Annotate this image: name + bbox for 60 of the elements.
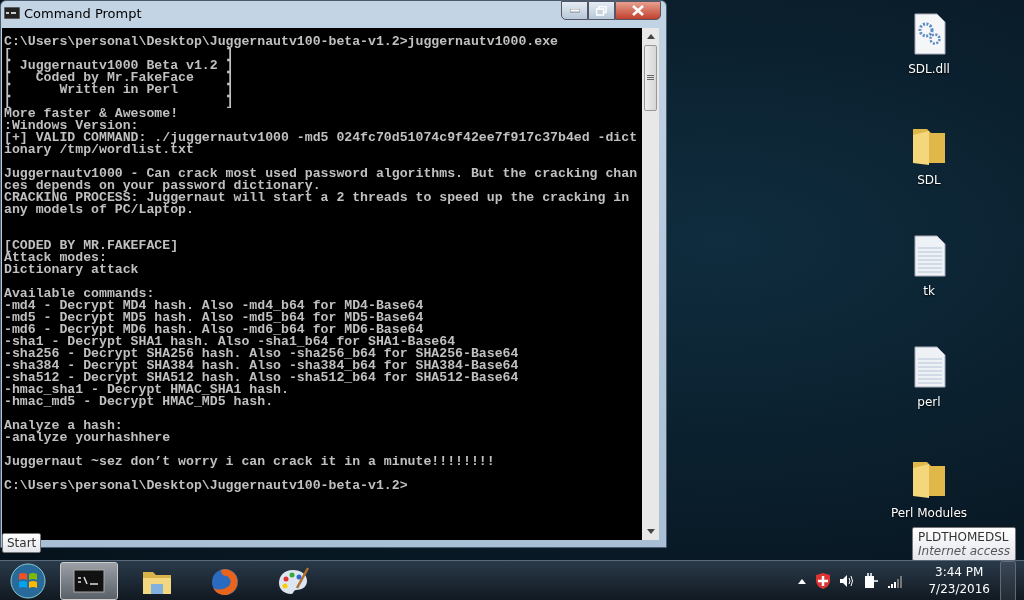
console-line: any models of PC/Laptop. xyxy=(4,204,194,216)
console-line: -sha512 - Decrypt SHA512 hash. Also -sha512_b64 for SHA512-Base64 xyxy=(4,372,520,384)
network-name: PLDTHOMEDSL xyxy=(918,530,1010,544)
clock-time[interactable]: 3:44 PM xyxy=(935,564,984,581)
desktop-icon-label[interactable]: SDL.dll xyxy=(908,62,950,76)
network-status: Internet access xyxy=(918,544,1011,558)
console-line: -sha256 - Decrypt SHA256 hash. Also -sha256_b64 for SHA256-Base64 xyxy=(4,348,520,360)
console-line: Available commands: xyxy=(4,288,155,300)
restore-button[interactable] xyxy=(588,1,615,20)
console-line: Juggernautv1000 - Can crack most used password algorithms. But the cracking chan xyxy=(4,168,639,180)
console-icon xyxy=(4,7,20,19)
console-line: [CODED BY MR.FAKEFACE] xyxy=(4,240,180,252)
clock-date[interactable]: 7/23/2016 xyxy=(928,581,990,598)
console-line: [ ] xyxy=(4,96,235,108)
console-line: [ Coded by Mr.FakeFace ] xyxy=(4,72,235,84)
speaker-icon[interactable] xyxy=(840,574,855,588)
desktop-icon-label[interactable]: SDL xyxy=(917,173,941,187)
console-line: [+] VALID COMMAND: ./juggernautv1000 -md5 024fc70d51074c9f42ee7f917c37b4ed -dict xyxy=(4,132,639,144)
console-line: [ Juggernautv1000 Beta v1.2 ] xyxy=(4,60,235,72)
scroll-thumb[interactable] xyxy=(644,45,657,111)
desktop-icon-label[interactable]: perl xyxy=(917,395,941,409)
taskbar-button[interactable] xyxy=(60,562,118,600)
desktop-icon-label[interactable]: tk xyxy=(923,284,935,298)
close-button[interactable] xyxy=(615,1,661,20)
console-line: Dictionary attack xyxy=(4,264,140,276)
console-line: CRACKING PROCESS: Juggernaut will start a 2 threads to speed up the cracking in xyxy=(4,192,631,204)
console-line: Juggernaut ~sez don’t worry i can crack it in a minute!!!!!!!! xyxy=(4,456,496,468)
console-line: -sha1 - Decrypt SHA1 hash. Also -sha1_b64 for SHA1-Base64 xyxy=(4,336,456,348)
signal-bars-icon[interactable] xyxy=(888,574,905,588)
close-icon xyxy=(632,5,644,16)
console-line: -md5 - Decrypt MD5 hash. Also -md5_b64 for MD5-Base64 xyxy=(4,312,425,324)
power-plug-icon[interactable] xyxy=(864,573,879,589)
console-line: ces depends on your password dictionary. xyxy=(4,180,321,192)
console-line: Analyze a hash: xyxy=(4,420,123,432)
minimize-icon xyxy=(569,8,580,13)
console-line: ionary /tmp/wordlist.txt xyxy=(4,144,194,156)
shield-icon[interactable] xyxy=(816,573,831,589)
console-line: [ Written in Perl ] xyxy=(4,84,235,96)
console-line: -sha384 - Decrypt SHA384 hash. Also -sha384_b64 for SHA384-Base64 xyxy=(4,360,520,372)
console-line: -hmac_sha1 - Decrypt HMAC_SHA1 hash. xyxy=(4,384,290,396)
window-title: Command Prompt xyxy=(24,5,143,21)
show-desktop-button[interactable] xyxy=(1000,561,1016,600)
minimize-button[interactable] xyxy=(561,1,588,20)
scroll-up-icon[interactable] xyxy=(646,34,655,39)
desktop-icon-label[interactable]: Perl Modules xyxy=(890,506,968,520)
show-hidden-icons-icon[interactable] xyxy=(798,578,807,584)
console-line: :Windows Version: xyxy=(4,120,139,132)
console-line: -md6 - Decrypt MD6 hash. Also -md6_b64 for MD6-Base64 xyxy=(4,324,424,336)
console-line: -md4 - Decrypt MD4 hash. Also -md4_b64 for MD4-Base64 xyxy=(4,300,425,312)
console-line: [ ] xyxy=(4,48,234,60)
console-line: -hmac_md5 - Decrypt HMAC_MD5 hash. xyxy=(4,396,275,408)
console-line: C:\Users\personal\Desktop\Juggernautv100-beta-v1.2>juggernautv1000.exe xyxy=(4,36,559,48)
scrollbar[interactable] xyxy=(642,28,659,540)
console-line: -analyze yourhashhere xyxy=(4,432,172,444)
scroll-down-icon[interactable] xyxy=(646,529,655,534)
console-line: More faster & Awesome! xyxy=(4,108,180,120)
console-line: C:\Users\personal\Desktop\Juggernautv100-beta-v1.2> xyxy=(4,480,409,492)
restore-icon xyxy=(596,5,607,16)
console-line: Attack modes: xyxy=(4,252,107,264)
start-tooltip: Start xyxy=(2,533,42,553)
